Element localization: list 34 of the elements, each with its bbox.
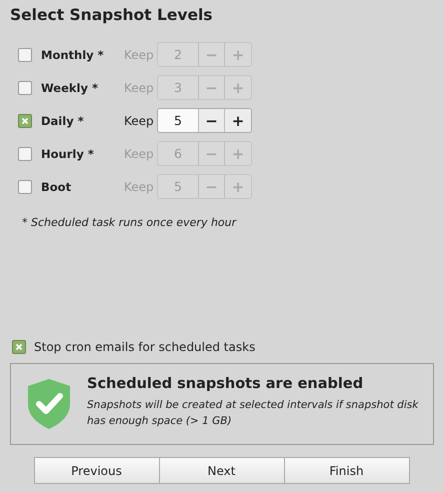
count-field[interactable]: 3	[158, 76, 199, 99]
keep-label: Keep	[124, 146, 155, 160]
level-label: Daily *	[41, 114, 85, 128]
shield-check-icon	[27, 378, 71, 430]
count-field[interactable]: 5	[158, 175, 199, 198]
count-field[interactable]: 5	[158, 109, 199, 132]
keep-label: Keep	[124, 80, 155, 94]
wizard-button[interactable]: Finish	[284, 457, 410, 484]
checkbox[interactable]	[18, 180, 32, 194]
status-message: Snapshots will be created at selected intervals if snapshot disk has enough space (> 1 GB)	[87, 398, 420, 429]
keep-label: Keep	[124, 180, 155, 194]
footnote: * Scheduled task runs once every hour	[22, 216, 238, 229]
page-title: Select Snapshot Levels	[10, 6, 214, 24]
level-label: Weekly *	[41, 80, 99, 94]
checkbox[interactable]	[18, 114, 32, 128]
cross-icon	[15, 343, 23, 351]
status-title: Scheduled snapshots are enabled	[87, 376, 364, 392]
checkbox[interactable]	[12, 340, 26, 354]
checkbox[interactable]	[18, 48, 32, 62]
keep-label: Keep	[124, 48, 155, 62]
count-field[interactable]: 6	[158, 142, 199, 165]
count-field[interactable]: 2	[158, 43, 199, 66]
checkbox[interactable]	[18, 146, 32, 160]
increment-button[interactable]: +	[225, 109, 251, 132]
checkbox[interactable]	[18, 80, 32, 94]
keep-label: Keep	[124, 114, 155, 128]
checkbox-label: Stop cron emails for scheduled tasks	[34, 340, 256, 354]
level-label: Boot	[41, 180, 72, 194]
level-label: Hourly *	[41, 146, 95, 160]
wizard-button[interactable]: Previous	[34, 457, 160, 484]
level-label: Monthly *	[41, 48, 105, 62]
wizard-button[interactable]: Next	[158, 457, 284, 484]
cross-icon	[21, 116, 29, 124]
decrement-button[interactable]: −	[199, 109, 225, 132]
